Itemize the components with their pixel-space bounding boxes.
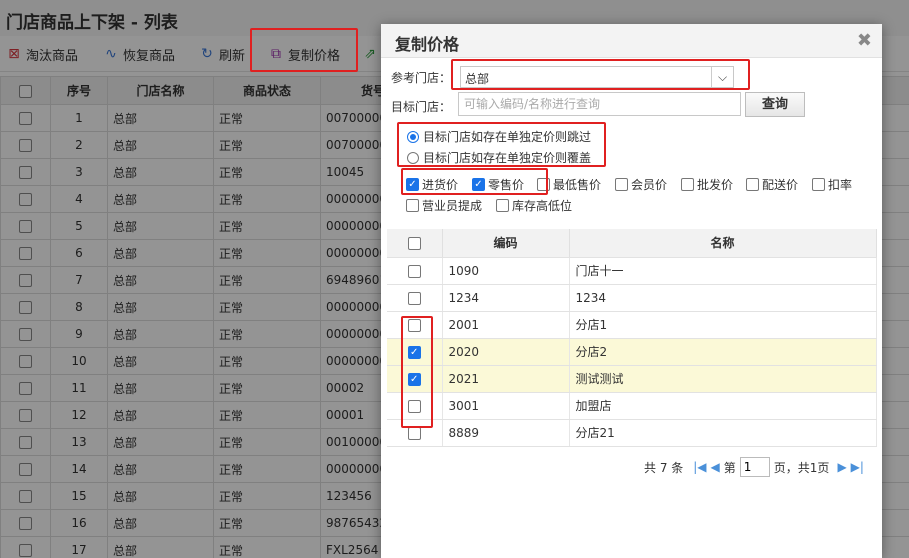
store-row-name: 测试测试: [569, 365, 877, 393]
store-row[interactable]: 1234 1234: [387, 284, 877, 312]
check-member-price[interactable]: 会员价: [615, 176, 667, 193]
check-commission-label: 营业员提成: [422, 199, 483, 213]
checkbox-retail[interactable]: ✓: [472, 178, 485, 191]
store-row[interactable]: 3001 加盟店: [387, 392, 877, 420]
check-retail-label: 零售价: [488, 178, 525, 192]
copy-price-dialog: 复制价格 ✖ 参考门店： 总部 ⌵ 目标门店： 查询 目标门店如存在单独定价则跳…: [381, 24, 882, 558]
check-commission[interactable]: 营业员提成: [406, 197, 482, 214]
store-row-checkbox[interactable]: [387, 392, 443, 420]
store-row-code: 2020: [442, 338, 570, 366]
checkbox-wholesale[interactable]: [681, 178, 694, 191]
radio-overwrite-label: 目标门店如存在单独定价则覆盖: [423, 151, 592, 165]
store-row[interactable]: ✓ 2021 测试测试: [387, 365, 877, 393]
store-row[interactable]: 1090 门店十一: [387, 257, 877, 285]
col-header-store-code: 编码: [442, 229, 570, 258]
query-button[interactable]: 查询: [745, 92, 805, 117]
page-suffix: 页，共1页: [773, 460, 830, 475]
dialog-title: 复制价格: [395, 35, 460, 54]
check-stock-limits-label: 库存高低位: [512, 199, 573, 213]
check-delivery-label: 配送价: [762, 178, 799, 192]
ref-store-value: 总部: [465, 72, 490, 86]
store-row-name: 分店21: [569, 419, 877, 447]
store-row[interactable]: ✓ 2020 分店2: [387, 338, 877, 366]
chevron-down-icon[interactable]: ⌵: [711, 67, 733, 87]
radio-skip-label: 目标门店如存在单独定价则跳过: [423, 130, 592, 144]
store-row-code: 2001: [442, 311, 570, 339]
check-wholesale-label: 批发价: [697, 178, 734, 192]
target-store-label: 目标门店：: [391, 100, 452, 114]
store-row-code: 2021: [442, 365, 570, 393]
close-icon[interactable]: ✖: [857, 30, 872, 51]
store-row-checkbox[interactable]: [387, 311, 443, 339]
checkbox-member[interactable]: [615, 178, 628, 191]
store-row[interactable]: 2001 分店1: [387, 311, 877, 339]
store-row-checkbox[interactable]: [387, 284, 443, 312]
radio-skip[interactable]: [407, 130, 419, 143]
ref-store-label: 参考门店：: [391, 71, 452, 85]
next-page-icon[interactable]: ▶: [837, 460, 846, 474]
col-header-store-name: 名称: [569, 229, 877, 258]
checkbox-min-sale[interactable]: [537, 178, 550, 191]
page-number-input[interactable]: [739, 457, 770, 477]
last-page-icon[interactable]: ▶|: [851, 460, 864, 474]
pagination: 共 7 条 |◀ ◀ 第 页，共1页 ▶ ▶|: [644, 457, 864, 477]
store-row-name: 分店1: [569, 311, 877, 339]
check-member-label: 会员价: [631, 178, 668, 192]
store-row-code: 3001: [442, 392, 570, 420]
store-row-name: 加盟店: [569, 392, 877, 420]
store-row-name: 门店十一: [569, 257, 877, 285]
page-prefix: 第: [723, 460, 736, 475]
checkbox-commission[interactable]: [406, 199, 419, 212]
target-store-table: 编码 名称 1090 门店十一 1234 1234 2001 分店1 ✓ 2020 分店2 ✓ 20…: [387, 229, 877, 447]
check-stock-limits[interactable]: 库存高低位: [496, 197, 572, 214]
store-row-code: 8889: [442, 419, 570, 447]
check-min-sale-label: 最低售价: [553, 178, 602, 192]
check-purchase-label: 进货价: [422, 178, 459, 192]
check-delivery-price[interactable]: 配送价: [746, 176, 798, 193]
target-store-input[interactable]: [458, 92, 741, 116]
check-deduction-rate[interactable]: 扣率: [812, 176, 852, 193]
first-page-icon[interactable]: |◀: [693, 460, 706, 474]
store-row-name: 1234: [569, 284, 877, 312]
total-count: 共 7 条: [644, 460, 684, 475]
checkbox-delivery[interactable]: [746, 178, 759, 191]
store-select-all-checkbox[interactable]: [387, 229, 443, 258]
radio-overwrite[interactable]: [407, 151, 419, 164]
store-row-checkbox[interactable]: [387, 419, 443, 447]
store-row-checkbox[interactable]: [387, 257, 443, 285]
store-row[interactable]: 8889 分店21: [387, 419, 877, 447]
check-min-sale-price[interactable]: 最低售价: [537, 176, 601, 193]
ref-store-select[interactable]: 总部 ⌵: [460, 66, 734, 88]
store-row-name: 分店2: [569, 338, 877, 366]
prev-page-icon[interactable]: ◀: [711, 460, 720, 474]
radio-overwrite-option[interactable]: 目标门店如存在单独定价则覆盖: [407, 149, 591, 166]
check-retail-price[interactable]: ✓ 零售价: [472, 176, 524, 193]
checkbox-stock-limits[interactable]: [496, 199, 509, 212]
checkbox-purchase[interactable]: ✓: [406, 178, 419, 191]
radio-skip-option[interactable]: 目标门店如存在单独定价则跳过: [407, 128, 591, 145]
store-row-code: 1234: [442, 284, 570, 312]
dialog-header: 复制价格 ✖: [381, 24, 882, 58]
store-row-checkbox[interactable]: ✓: [387, 365, 443, 393]
checkbox-deduction[interactable]: [812, 178, 825, 191]
store-row-code: 1090: [442, 257, 570, 285]
check-deduction-label: 扣率: [828, 178, 853, 192]
check-purchase-price[interactable]: ✓ 进货价: [406, 176, 458, 193]
check-wholesale-price[interactable]: 批发价: [681, 176, 733, 193]
store-row-checkbox[interactable]: ✓: [387, 338, 443, 366]
